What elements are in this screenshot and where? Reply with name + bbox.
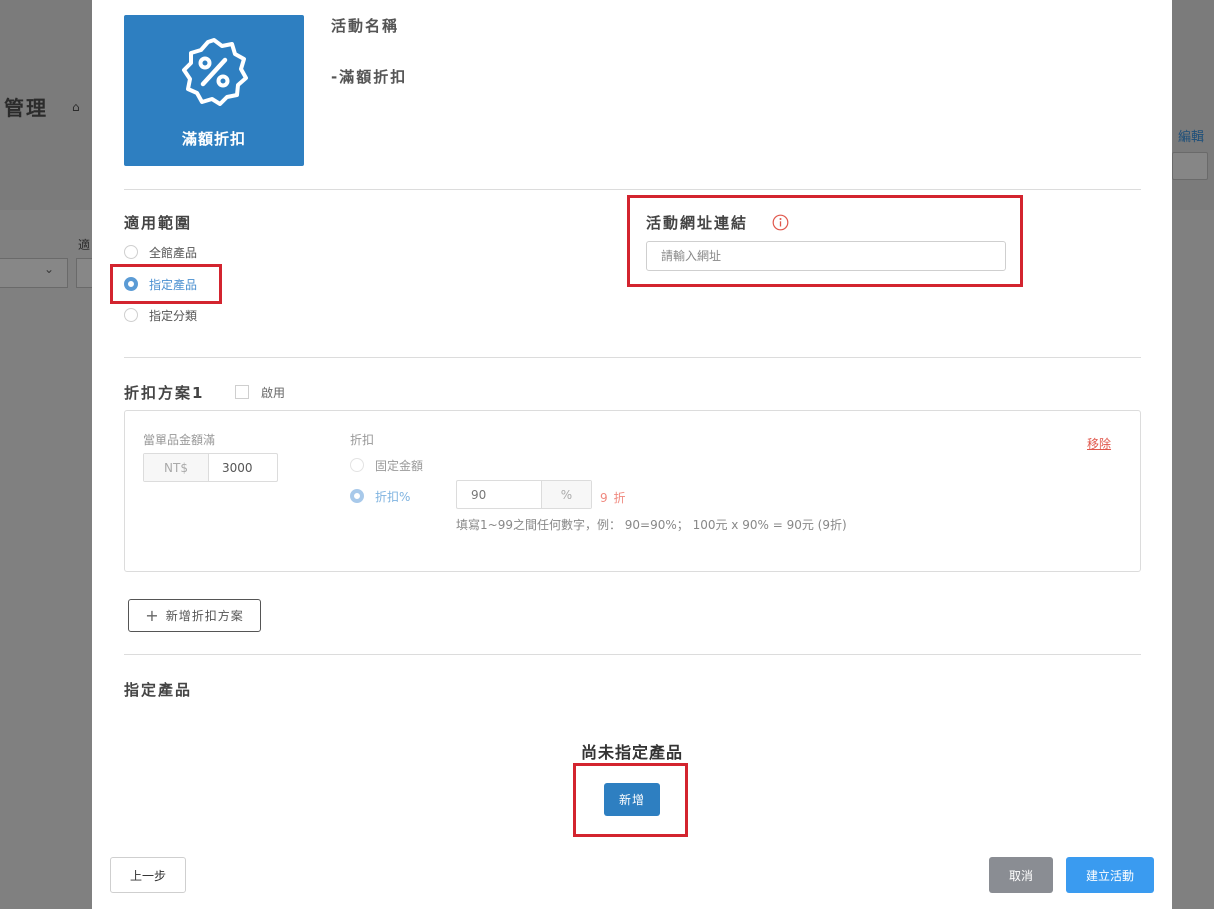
highlight-box [110, 264, 222, 304]
divider [124, 357, 1141, 358]
remove-plan-link[interactable]: 移除 [1087, 435, 1111, 452]
radio-checked[interactable] [350, 489, 364, 503]
home-icon: ⌂ [72, 100, 80, 114]
badge-label: 滿額折扣 [181, 130, 246, 148]
highlight-box [573, 763, 688, 837]
scope-option-label: 指定分類 [149, 308, 198, 323]
previous-step-button[interactable]: 上一步 [110, 857, 186, 893]
activity-name-value: -滿額折扣 [331, 68, 408, 86]
activity-name-label: 活動名稱 [331, 17, 400, 35]
percent-badge-icon [182, 38, 248, 106]
currency-addon: NT$ [144, 454, 209, 481]
background-select [0, 258, 68, 288]
create-activity-button[interactable]: 建立活動 [1066, 857, 1154, 893]
add-discount-plan-button[interactable]: + 新增折扣方案 [128, 599, 261, 632]
scope-option-all[interactable]: 全館產品 [124, 243, 197, 261]
min-amount-input-group[interactable]: NT$ 3000 [143, 453, 278, 482]
fold-text: 9 折 [600, 491, 627, 505]
divider [124, 654, 1141, 655]
scope-title: 適用範圍 [124, 214, 193, 232]
specified-products-title: 指定產品 [124, 681, 193, 699]
radio-unchecked[interactable] [124, 245, 138, 259]
enable-label: 啟用 [261, 386, 286, 400]
scope-option-label: 全館產品 [149, 245, 198, 260]
discount-option-fixed[interactable]: 固定金額 [350, 456, 423, 474]
min-amount-label: 當單品金額滿 [143, 433, 216, 447]
scope-option-specified-category[interactable]: 指定分類 [124, 306, 197, 324]
discount-option-label: 固定金額 [375, 458, 424, 473]
radio-unchecked[interactable] [124, 308, 138, 322]
discount-label: 折扣 [350, 433, 375, 447]
highlight-box [627, 195, 1023, 287]
empty-products-text: 尚未指定產品 [580, 743, 683, 762]
background-page-title: 管理 [4, 96, 48, 120]
percent-input[interactable]: 90 [457, 481, 542, 508]
background-edit-link: 編輯 [1178, 130, 1205, 145]
background-input [1172, 152, 1208, 180]
enable-checkbox[interactable] [235, 385, 249, 399]
divider [124, 189, 1141, 190]
percent-hint: 填寫1~99之間任何數字，例： 90=90%； 100元 x 90% = 90元… [456, 518, 847, 532]
percent-input-group[interactable]: 90 % [456, 480, 592, 509]
add-plan-label: 新增折扣方案 [165, 609, 244, 623]
radio-unchecked[interactable] [350, 458, 364, 472]
discount-option-percent[interactable]: 折扣% [350, 487, 410, 505]
min-amount-input[interactable]: 3000 [209, 454, 277, 481]
discount-plan-card [124, 410, 1141, 572]
cancel-button[interactable]: 取消 [989, 857, 1053, 893]
discount-plan-title: 折扣方案1 [124, 384, 205, 402]
background-filter-label: 適 [78, 238, 91, 252]
percent-addon: % [542, 481, 591, 508]
plus-icon: + [145, 606, 160, 625]
chevron-down-icon: ⌄ [44, 262, 55, 276]
discount-option-label: 折扣% [375, 489, 411, 504]
